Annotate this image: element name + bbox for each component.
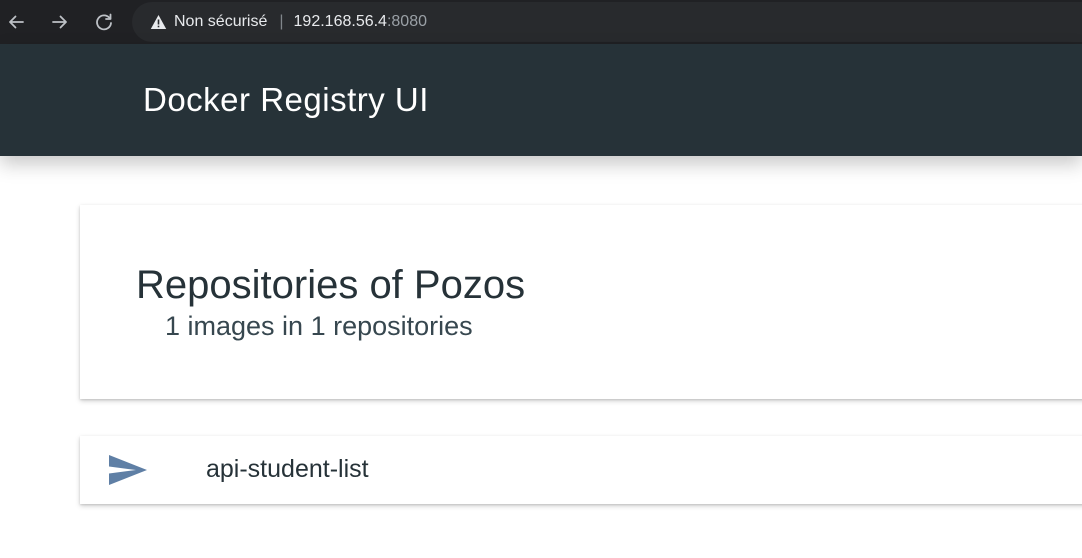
- url-host[interactable]: 192.168.56.4: [294, 13, 387, 31]
- repository-name: api-student-list: [206, 455, 369, 483]
- address-bar[interactable]: Non sécurisé | 192.168.56.4 :8080: [132, 2, 1082, 42]
- app-header: Docker Registry UI: [0, 44, 1082, 156]
- arrow-forward-icon: [52, 15, 67, 29]
- list-item[interactable]: api-student-list: [80, 436, 1082, 504]
- forward-button[interactable]: [50, 12, 70, 32]
- url-separator: |: [279, 13, 284, 30]
- send-arrow-icon: [109, 455, 147, 485]
- repositories-overview-card: Repositories of Pozos 1 images in 1 repo…: [80, 205, 1082, 399]
- url-port[interactable]: :8080: [387, 13, 427, 31]
- warning-triangle-icon: [150, 15, 167, 29]
- arrow-back-icon: [9, 15, 24, 29]
- page-title: Repositories of Pozos: [136, 263, 526, 307]
- app-title: Docker Registry UI: [143, 81, 429, 118]
- reload-icon: [96, 13, 112, 31]
- browser-toolbar: Non sécurisé | 192.168.56.4 :8080: [0, 0, 1082, 44]
- reload-button[interactable]: [94, 12, 114, 32]
- security-indicator[interactable]: Non sécurisé: [174, 13, 267, 31]
- repository-count: 1 images in 1 repositories: [165, 311, 473, 341]
- back-button[interactable]: [6, 12, 26, 32]
